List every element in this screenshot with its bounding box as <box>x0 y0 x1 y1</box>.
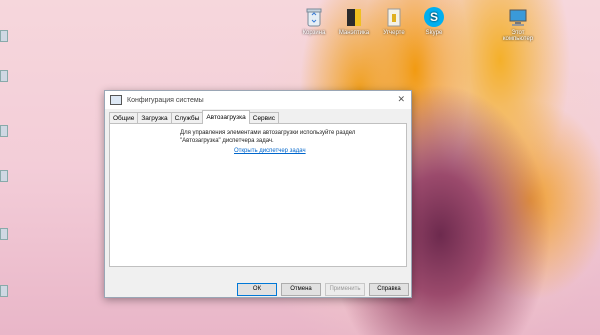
system-configuration-dialog: Конфигурация системы ✕ Общие Загрузка Сл… <box>104 90 412 298</box>
startup-description: Для управления элементами автозагрузки и… <box>180 130 356 144</box>
skype-icon: S <box>423 6 445 28</box>
desktop-icon-label: Манэптика <box>338 30 370 36</box>
desktop-icon-label: Корзина <box>302 30 326 36</box>
ok-button[interactable]: ОК <box>237 283 277 296</box>
title-bar[interactable]: Конфигурация системы ✕ <box>105 91 411 109</box>
desktop-icon-left-4[interactable] <box>0 170 8 182</box>
startup-panel: Для управления элементами автозагрузки и… <box>109 123 407 267</box>
desktop-document[interactable]: Манэптика <box>332 6 376 36</box>
open-task-manager-link[interactable]: Открыть диспетчер задач <box>234 148 306 154</box>
desktop-icon-label: Этот компьютер <box>502 30 534 42</box>
desktop-icon-left-2[interactable] <box>0 70 8 82</box>
apply-button[interactable]: Применить <box>325 283 365 296</box>
desktop-folder[interactable]: Угчерте <box>372 6 416 36</box>
desktop-this-pc[interactable]: Этот компьютер <box>496 6 540 42</box>
tab-startup[interactable]: Автозагрузка <box>202 110 250 124</box>
desktop-icon-left-3[interactable] <box>0 125 8 137</box>
desktop-icon-label: Skype <box>425 30 443 36</box>
desktop-skype[interactable]: S Skype <box>412 6 456 36</box>
svg-text:S: S <box>430 10 438 24</box>
cancel-button[interactable]: Отмена <box>281 283 321 296</box>
desktop-icon-left-1[interactable] <box>0 30 8 42</box>
close-icon[interactable]: ✕ <box>397 94 405 105</box>
folder-icon <box>383 6 405 28</box>
computer-icon <box>507 6 529 28</box>
dialog-title: Конфигурация системы <box>127 96 204 104</box>
desktop-icon-left-5[interactable] <box>0 228 8 240</box>
recycle-bin-icon <box>303 6 325 28</box>
help-button[interactable]: Справка <box>369 283 409 296</box>
document-icon <box>343 6 365 28</box>
msconfig-icon <box>110 95 122 105</box>
desktop-recycle-bin[interactable]: Корзина <box>292 6 336 36</box>
desktop-icon-left-6[interactable] <box>0 285 8 297</box>
desktop-icon-label: Угчерте <box>383 30 405 36</box>
